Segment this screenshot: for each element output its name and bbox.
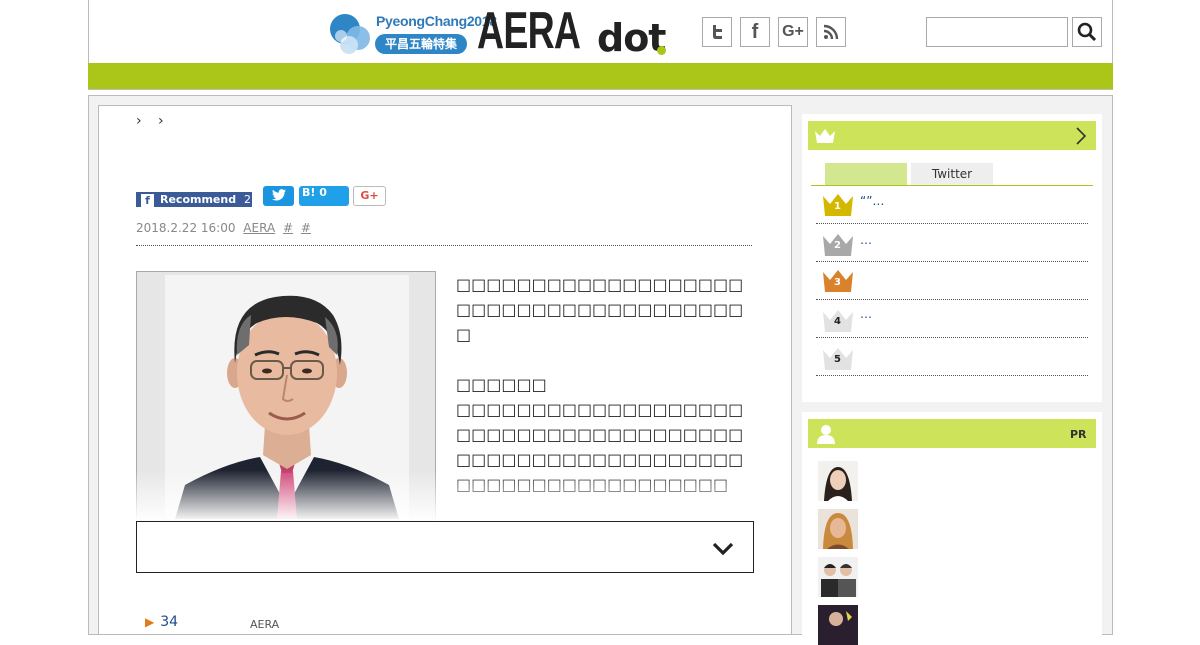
article-paragraph: □□□□□□□□□□□□□□□□□□□□□□□□□□□□□□□□□□□□□□□ [456, 275, 744, 344]
group-photo-icon [818, 557, 858, 597]
crown-icon [815, 129, 835, 143]
article-tag-link[interactable]: # [301, 221, 311, 235]
olympic-badge: 平昌五輪特集 [375, 34, 467, 54]
person-photo-icon [818, 461, 858, 501]
olympic-circles-icon [330, 14, 370, 54]
facebook-icon: f [141, 194, 154, 207]
ranking-item[interactable]: 4 … [816, 300, 1088, 338]
pr-thumbnail[interactable] [818, 557, 858, 597]
chevron-right-icon[interactable] [1074, 126, 1088, 146]
fb-recommend-label: Recommend [160, 193, 237, 206]
pr-label: PR [1070, 428, 1087, 441]
twitter-button[interactable] [702, 17, 732, 47]
article-meta: 2018.2.22 16:00 AERA # # [136, 221, 311, 235]
article-tag-link[interactable]: # [283, 221, 293, 235]
logo-green-dot [657, 46, 666, 55]
pr-thumbnail[interactable] [818, 605, 858, 645]
article-datetime: 2018.2.22 16:00 [136, 221, 236, 235]
article-subheading: □□□□□□ [456, 375, 547, 394]
twitter-icon [713, 25, 722, 39]
rank-number: 4 [834, 316, 841, 327]
logo-aera-text[interactable]: AERA [477, 3, 581, 59]
breadcrumb[interactable]: › › [136, 113, 170, 129]
header-nav-bar [88, 63, 1113, 89]
ranking-item[interactable]: 3 [816, 262, 1088, 300]
google-plus-button[interactable]: G+ [778, 17, 808, 47]
hatena-count: 0 [319, 186, 327, 199]
tab-ranking-twitter[interactable]: Twitter [911, 163, 993, 185]
ranking-item[interactable]: 2 … [816, 224, 1088, 262]
pr-header [808, 419, 1096, 448]
logo-dot-text[interactable]: dot [597, 18, 666, 58]
chevron-down-icon [712, 542, 734, 556]
google-plus-icon: G+ [782, 23, 804, 40]
meta-divider [136, 245, 752, 246]
person-photo-icon [818, 509, 858, 549]
facebook-button[interactable]: f [740, 17, 770, 47]
text-fade-overlay [136, 470, 753, 522]
person-photo-icon [818, 605, 858, 645]
search-icon [1077, 22, 1097, 42]
read-more-button[interactable] [136, 521, 754, 573]
search-input[interactable] [926, 17, 1068, 47]
ranking-title[interactable]: … [860, 233, 872, 247]
google-plus-share-button[interactable]: G+ [353, 186, 386, 206]
hatena-icon: B! [302, 186, 316, 199]
rss-icon [823, 24, 839, 40]
fb-recommend-count: 2 [243, 193, 251, 206]
rss-button[interactable] [816, 17, 846, 47]
ranking-header[interactable] [808, 121, 1096, 150]
rank-number: 5 [834, 354, 841, 365]
twitter-bird-icon [271, 189, 286, 201]
user-icon [817, 425, 835, 444]
hatena-bookmark-button[interactable]: B! 0 [299, 186, 349, 206]
pr-thumbnail[interactable] [818, 461, 858, 501]
pr-thumbnail[interactable] [818, 509, 858, 549]
facebook-recommend-button[interactable]: f Recommend 2 [136, 192, 252, 207]
related-count: 34 [160, 614, 179, 630]
olympic-feature-banner[interactable]: PyeongChang2018 平昌五輪特集 [328, 12, 497, 56]
rank-number: 3 [834, 277, 841, 288]
related-source: AERA [250, 618, 280, 631]
article-source-link[interactable]: AERA [243, 221, 275, 235]
tab-ranking-general[interactable] [825, 163, 907, 185]
related-article-link[interactable]: ▶ 34 [145, 614, 178, 630]
ranking-item[interactable]: 1 “”… [816, 186, 1088, 224]
ranking-title[interactable]: “”… [860, 194, 884, 208]
triangle-right-icon: ▶ [145, 615, 155, 629]
rank-number: 2 [834, 240, 841, 251]
search-button[interactable] [1072, 17, 1102, 47]
rank-number: 1 [834, 201, 841, 212]
tweet-button[interactable] [263, 186, 294, 206]
ranking-title[interactable]: … [860, 307, 872, 321]
facebook-icon: f [751, 20, 759, 43]
ranking-item[interactable]: 5 [816, 338, 1088, 376]
